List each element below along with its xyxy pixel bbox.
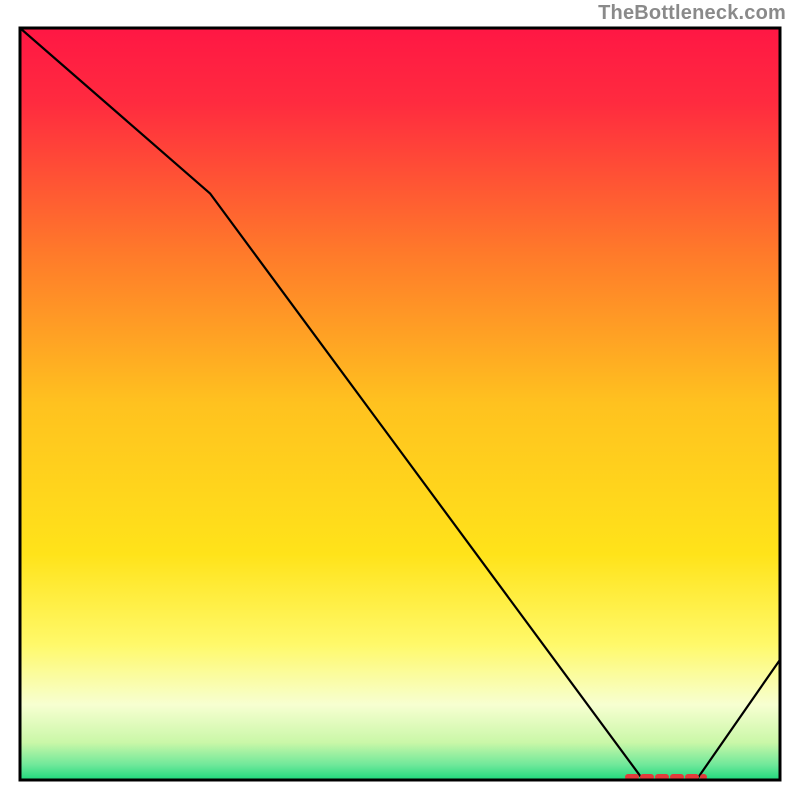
watermark-text: TheBottleneck.com [598, 2, 786, 25]
chart-svg [18, 26, 782, 782]
gradient-fill [20, 28, 780, 780]
chart-area [18, 26, 782, 782]
